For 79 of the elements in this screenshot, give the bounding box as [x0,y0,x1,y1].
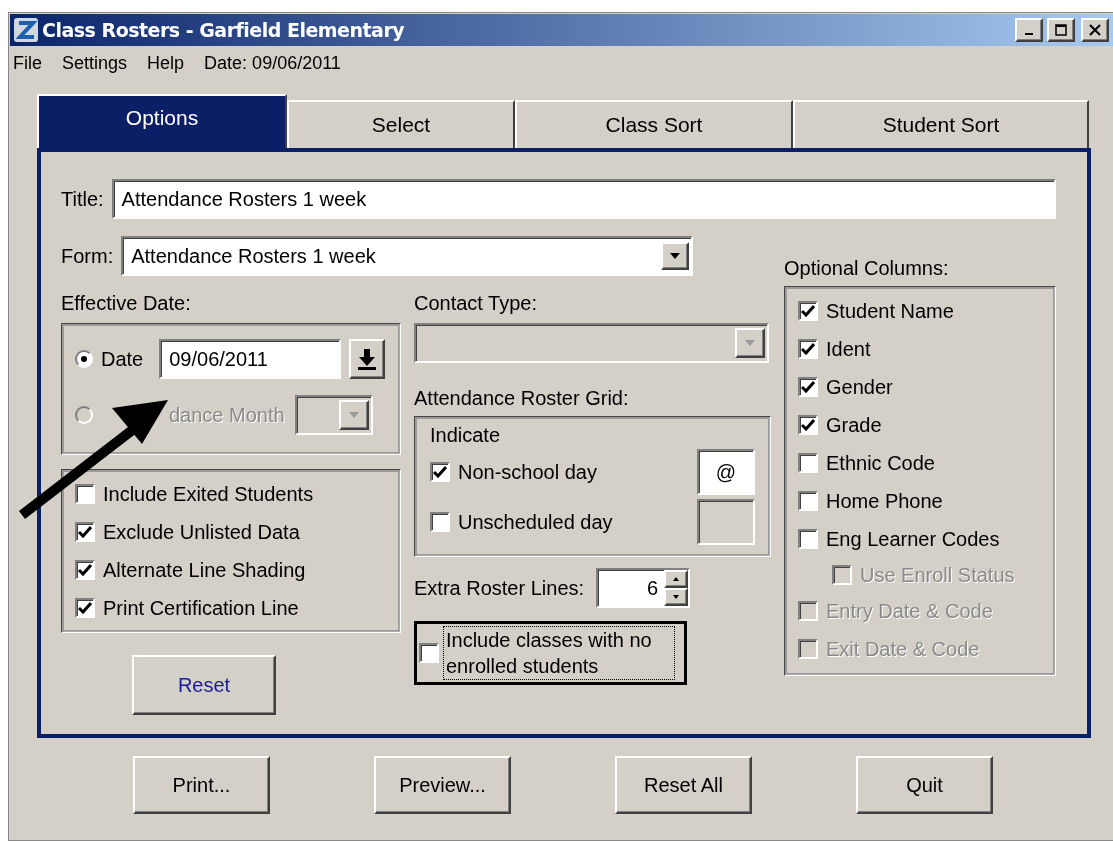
checkbox[interactable] [75,560,95,580]
spin-down-button[interactable] [664,588,689,606]
title-field[interactable]: Attendance Rosters 1 week [111,179,1056,219]
checkbox-label: Non-school day [458,460,597,484]
checkbox[interactable] [798,415,818,435]
radio-label: Date [101,347,144,371]
tab[interactable]: Options [37,94,287,148]
checkbox[interactable] [75,484,95,504]
checkbox[interactable] [419,643,439,663]
checkbox-label: Include classes with no enrolled students [443,626,675,680]
spinner-field[interactable]: 6 [596,568,691,608]
window-title: Class Rosters - Garfield Elementary [42,19,406,41]
checkbox[interactable] [798,453,818,473]
up-caret-icon [673,577,680,581]
reset-button[interactable]: Reset [132,655,276,715]
action-button[interactable]: Quit [856,756,993,814]
section-label: Attendance Roster Grid: [414,387,630,410]
minimize-icon [1025,33,1033,35]
month-dropdown[interactable] [294,395,373,435]
maximize-icon [1055,24,1067,36]
tab[interactable]: Select [287,100,515,148]
caret-icon [670,253,681,259]
checkbox[interactable] [75,522,95,542]
checkbox[interactable] [430,462,450,482]
tab[interactable]: Class Sort [515,100,793,148]
menu-item[interactable]: Help [147,52,185,74]
menu-item[interactable]: Settings [62,52,128,74]
symbol-field[interactable] [697,499,755,545]
group-heading: Indicate [430,424,502,447]
checkbox-label: Student Name [826,299,954,323]
checkbox-label: Include Exited Students [103,482,314,506]
form-dropdown[interactable]: Attendance Rosters 1 week [121,236,694,276]
menu-item[interactable]: File [13,52,42,74]
field-label: Title: [61,187,104,211]
checkbox-label: Eng Learner Codes [826,527,1000,551]
checkbox-label: Grade [826,413,882,437]
action-button[interactable]: Preview... [374,756,511,814]
radio-label: dance Month [169,403,285,427]
section-label: Effective Date: [61,292,192,315]
checkbox[interactable] [798,301,818,321]
tab[interactable]: Student Sort [793,100,1089,148]
close-icon [1089,24,1101,36]
checkbox[interactable] [430,512,450,532]
checkbox[interactable] [798,377,818,397]
date-field[interactable]: 09/06/2011 [159,339,342,379]
checkbox-label: Gender [826,375,893,399]
current-date: Date: 09/06/2011 [204,52,341,74]
date-picker-button[interactable] [349,339,385,379]
checkbox[interactable] [798,339,818,359]
checkbox[interactable] [75,598,95,618]
field-label: Form: [61,244,114,268]
down-caret-icon [673,595,680,599]
app-logo-icon [14,18,38,42]
action-button[interactable]: Print... [133,756,270,814]
caret-icon [348,412,359,418]
checkbox[interactable] [798,529,818,549]
checkbox-label: Alternate Line Shading [103,558,306,582]
close-button[interactable] [1081,18,1109,42]
radio-button[interactable] [75,350,93,368]
checkbox-label: Exit Date & Code [826,637,980,661]
download-arrow-icon [356,348,379,370]
action-button[interactable]: Reset All [615,756,752,814]
checkbox[interactable] [798,491,818,511]
checkbox-label: Exclude Unlisted Data [103,520,300,544]
field-label: Extra Roster Lines: [414,576,585,600]
caret-icon [745,340,755,346]
spin-up-button[interactable] [664,570,689,588]
checkbox-label: Entry Date & Code [826,599,993,623]
maximize-button[interactable] [1047,18,1075,42]
checkbox-label: Ident [826,337,871,361]
checkbox-label: Ethnic Code [826,451,935,475]
minimize-button[interactable] [1015,18,1043,42]
section-label: Contact Type: [414,292,539,315]
checkbox-label: Use Enroll Status [860,563,1015,587]
checkbox-label: Unscheduled day [458,510,613,534]
checkbox-label: Print Certification Line [103,596,299,620]
checkbox-label: Home Phone [826,489,943,513]
symbol-field[interactable]: @ [697,449,755,495]
section-label: Optional Columns: [784,257,949,280]
